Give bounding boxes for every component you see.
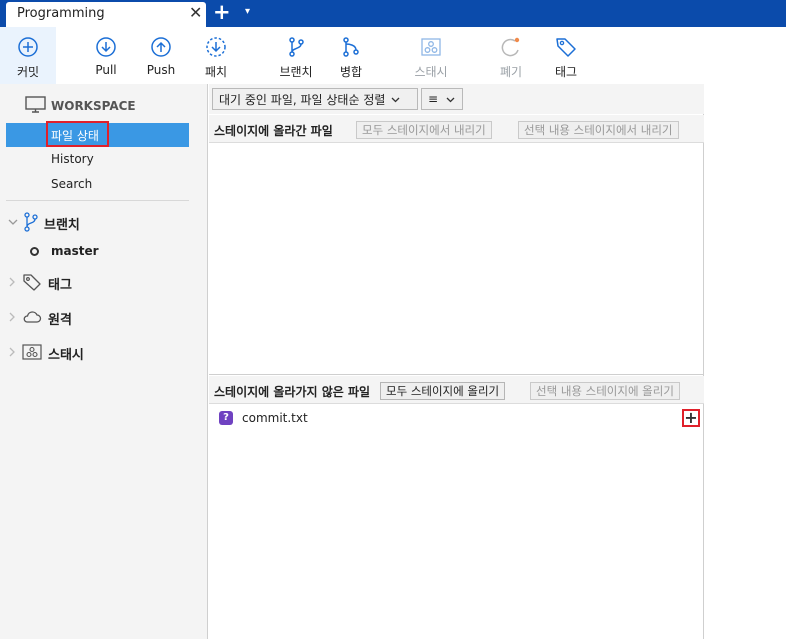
workspace-header: WORKSPACE — [25, 95, 136, 117]
view-mode-dropdown[interactable]: ≡ — [421, 88, 463, 110]
file-status-panel: 대기 중인 파일, 파일 상태순 정렬 ≡ 스테이지에 올라간 파일 모두 스테… — [209, 84, 704, 639]
stage-file-button[interactable]: + — [682, 409, 700, 427]
unstage-selected-button[interactable]: 선택 내용 스테이지에서 내리기 — [518, 121, 679, 139]
title-bar: Programming ✕ + ▾ — [0, 0, 786, 27]
staged-header: 스테이지에 올라간 파일 모두 스테이지에서 내리기 선택 내용 스테이지에서 … — [209, 115, 704, 143]
remotes-label: 원격 — [48, 312, 72, 328]
untracked-file-icon: ? — [219, 411, 233, 425]
sidebar-divider — [6, 200, 189, 201]
discard-button[interactable]: 폐기 — [483, 27, 539, 84]
cloud-icon — [22, 310, 42, 327]
sidebar-group-remotes[interactable]: 원격 — [8, 307, 72, 329]
panel-splitter[interactable] — [209, 374, 704, 375]
chevron-down-icon[interactable] — [8, 218, 22, 229]
monitor-icon — [25, 95, 46, 117]
tag-button[interactable]: 태그 — [538, 27, 594, 84]
tag-icon — [22, 273, 42, 294]
stash-button[interactable]: 스태시 — [403, 27, 459, 84]
commit-button[interactable]: 커밋 — [0, 27, 56, 84]
workspace-label: WORKSPACE — [51, 99, 136, 113]
sidebar-item-search[interactable]: Search — [6, 173, 189, 197]
file-status-highlight — [46, 121, 109, 147]
push-icon — [133, 35, 189, 59]
current-branch-icon — [30, 246, 39, 256]
toolbar: 커밋 Pull Push 패치 브랜치 병합 스태시 폐기 태그 — [0, 27, 786, 84]
chevron-right-icon[interactable] — [8, 277, 22, 290]
branch-name: master — [51, 244, 99, 258]
sort-dropdown-label: 대기 중인 파일, 파일 상태순 정렬 — [219, 92, 386, 107]
commit-label: 커밋 — [16, 65, 40, 79]
stash-icon — [403, 35, 459, 59]
stash-icon — [22, 343, 42, 363]
stashes-label: 스태시 — [48, 347, 84, 363]
unstage-all-button[interactable]: 모두 스테이지에서 내리기 — [356, 121, 492, 139]
tag-icon — [538, 35, 594, 59]
file-name: commit.txt — [242, 411, 308, 425]
chevron-right-icon[interactable] — [8, 312, 22, 325]
commit-icon — [0, 35, 56, 59]
tag-label: 태그 — [554, 65, 578, 79]
discard-icon — [483, 35, 539, 59]
chevron-down-icon — [446, 92, 455, 106]
filter-bar: 대기 중인 파일, 파일 상태순 정렬 ≡ — [209, 84, 704, 114]
pull-button[interactable]: Pull — [78, 27, 134, 84]
discard-label: 폐기 — [499, 65, 523, 79]
sidebar-item-label: History — [51, 152, 94, 166]
unstaged-title: 스테이지에 올라가지 않은 파일 — [214, 385, 371, 399]
chevron-down-icon[interactable]: ▾ — [245, 6, 250, 17]
branches-label: 브랜치 — [44, 217, 80, 233]
pull-label: Pull — [95, 63, 117, 77]
chevron-down-icon — [391, 92, 400, 106]
sidebar: WORKSPACE 파일 상태 History Search 브랜치 maste… — [0, 84, 208, 639]
repo-tab[interactable]: Programming ✕ — [6, 2, 206, 27]
tags-label: 태그 — [48, 277, 72, 293]
branch-master[interactable]: master — [30, 244, 99, 258]
stage-selected-button[interactable]: 선택 내용 스테이지에 올리기 — [530, 382, 680, 400]
sidebar-item-label: Search — [51, 177, 93, 191]
push-label: Push — [146, 63, 176, 77]
branch-label: 브랜치 — [279, 65, 313, 79]
push-button[interactable]: Push — [133, 27, 189, 84]
merge-label: 병합 — [339, 65, 363, 79]
list-icon: ≡ — [428, 92, 439, 106]
branch-icon — [268, 35, 324, 59]
list-item[interactable]: ? commit.txt + — [209, 408, 704, 430]
close-icon[interactable]: ✕ — [189, 5, 202, 21]
sort-dropdown[interactable]: 대기 중인 파일, 파일 상태순 정렬 — [212, 88, 418, 110]
add-tab-icon[interactable]: + — [213, 1, 231, 23]
stash-label: 스태시 — [414, 65, 448, 79]
patch-label: 패치 — [204, 65, 228, 79]
staged-title: 스테이지에 올라간 파일 — [214, 124, 333, 138]
sidebar-group-tags[interactable]: 태그 — [8, 272, 72, 294]
sidebar-item-history[interactable]: History — [6, 148, 189, 172]
branch-icon — [22, 211, 38, 235]
pull-icon — [78, 35, 134, 59]
repo-tab-title: Programming — [17, 6, 105, 21]
chevron-right-icon[interactable] — [8, 347, 22, 360]
sidebar-group-branches[interactable]: 브랜치 — [8, 211, 80, 235]
unstaged-header: 스테이지에 올라가지 않은 파일 모두 스테이지에 올리기 선택 내용 스테이지… — [209, 376, 704, 404]
staged-file-list — [209, 143, 704, 374]
sidebar-group-stashes[interactable]: 스태시 — [8, 342, 84, 364]
patch-button[interactable]: 패치 — [188, 27, 244, 84]
patch-icon — [188, 35, 244, 59]
branch-button[interactable]: 브랜치 — [268, 27, 324, 84]
merge-button[interactable]: 병합 — [323, 27, 379, 84]
stage-all-button[interactable]: 모두 스테이지에 올리기 — [380, 382, 506, 400]
merge-icon — [323, 35, 379, 59]
